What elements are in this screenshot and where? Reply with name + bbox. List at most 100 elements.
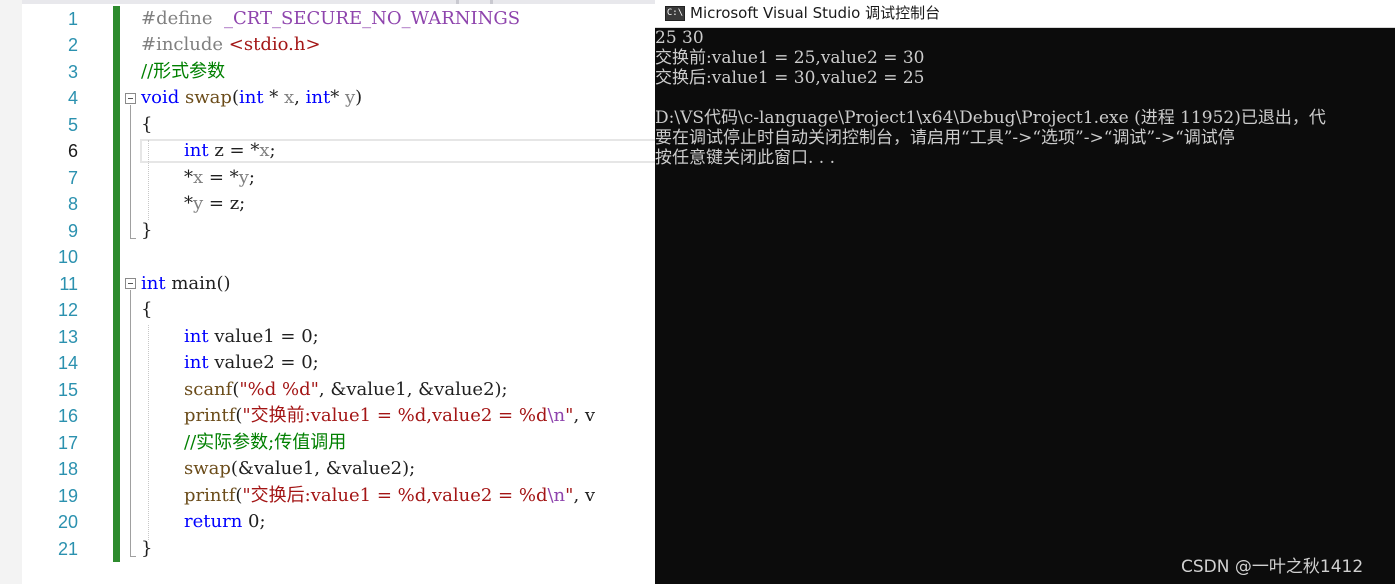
comment: //实际参数;传值调用 xyxy=(184,432,347,453)
line-number: 7 xyxy=(67,168,78,188)
code-line-9[interactable]: } xyxy=(141,218,152,244)
escape-sequence: \n xyxy=(547,405,566,426)
paren: ( xyxy=(231,87,239,108)
code-line-1[interactable]: #define _CRT_SECURE_NO_WARNINGS xyxy=(141,6,520,32)
outline-line xyxy=(130,290,131,556)
code-line-11[interactable]: int main() xyxy=(141,271,231,297)
include-header: <stdio.h> xyxy=(228,34,321,55)
code-line-4[interactable]: void swap(int * x, int* y) xyxy=(141,85,362,111)
line-number: 8 xyxy=(67,194,78,214)
line-number: 3 xyxy=(67,62,78,82)
line-number: 13 xyxy=(57,327,78,347)
keyword: return xyxy=(184,511,243,532)
code-line-21[interactable]: } xyxy=(141,536,152,562)
code-text: main() xyxy=(165,273,231,294)
code-text: value2 = 0; xyxy=(208,352,319,373)
tab-divider xyxy=(490,0,493,4)
code-line-16[interactable]: printf("交换前:value1 = %d,value2 = %d\n", … xyxy=(184,403,595,429)
watermark: CSDN @一叶之秋1412 xyxy=(1181,557,1364,577)
escape-sequence: \n xyxy=(547,485,566,506)
line-number: 10 xyxy=(57,247,78,267)
function-name: scanf xyxy=(184,379,233,400)
line-number: 12 xyxy=(57,300,78,320)
console-output-line: 交换后:value1 = 30,value2 = 25 xyxy=(655,68,925,88)
line-number: 15 xyxy=(57,380,78,400)
code-text: = z; xyxy=(203,193,246,214)
code-line-7[interactable]: *x = *y; xyxy=(184,165,255,191)
function-name: swap xyxy=(184,458,231,479)
string-literal: "%d %d" xyxy=(239,379,319,400)
pointer-token: * xyxy=(330,87,345,108)
parameter: y xyxy=(193,193,204,214)
code-line-15[interactable]: scanf("%d %d", &value1, &value2); xyxy=(184,377,508,403)
editor-top-border xyxy=(0,0,655,4)
outline-line xyxy=(130,105,131,238)
console-output-line: 交换前:value1 = 25,value2 = 30 xyxy=(655,48,925,68)
console-output[interactable]: 25 30 交换前:value1 = 25,value2 = 30 交换后:va… xyxy=(655,28,1395,168)
line-number: 11 xyxy=(59,274,78,294)
code-text: value1 = 0; xyxy=(208,326,319,347)
line-number: 14 xyxy=(57,353,78,373)
parameter: y xyxy=(344,87,356,108)
line-number: 19 xyxy=(57,486,78,506)
keyword: void xyxy=(141,87,180,108)
parameter: y xyxy=(238,167,249,188)
paren: ) xyxy=(355,87,363,108)
preprocessor-keyword: #include xyxy=(141,34,224,55)
change-tracking-bar xyxy=(113,6,120,562)
code-line-5[interactable]: { xyxy=(141,112,152,138)
indent-guide xyxy=(148,325,149,540)
code-text: * xyxy=(184,193,193,214)
code-line-18[interactable]: swap(&value1, &value2); xyxy=(184,456,415,482)
code-line-8[interactable]: *y = z; xyxy=(184,191,245,217)
line-number: 1 xyxy=(67,9,78,29)
collapse-icon[interactable] xyxy=(125,93,136,104)
code-text: (&value1, &value2); xyxy=(230,458,416,479)
separator: , xyxy=(294,87,306,108)
keyword: int xyxy=(141,273,166,294)
outline-end xyxy=(130,556,136,557)
code-text: ; xyxy=(248,167,255,188)
code-text: z = * xyxy=(208,140,260,161)
console-output-line: 按任意键关闭此窗口. . . xyxy=(655,148,836,168)
code-text: ; xyxy=(269,140,276,161)
code-line-19[interactable]: printf("交换后:value1 = %d,value2 = %d\n", … xyxy=(184,483,595,509)
code-text: , v xyxy=(573,485,596,506)
line-number: 17 xyxy=(57,433,78,453)
code-line-6[interactable]: int z = *x; xyxy=(184,138,276,164)
string-literal: "交换后:value1 = %d,value2 = %d xyxy=(242,485,548,506)
console-output-line: D:\VS代码\c-language\Project1\x64\Debug\Pr… xyxy=(655,108,1326,128)
parameter: x xyxy=(259,140,270,161)
line-number: 5 xyxy=(67,115,78,135)
outline-end xyxy=(130,238,136,239)
console-title-bar[interactable]: C:\ Microsoft Visual Studio 调试控制台 xyxy=(655,0,1395,28)
function-name: swap xyxy=(185,87,232,108)
preprocessor-keyword: #define xyxy=(141,8,213,29)
line-number: 18 xyxy=(57,459,78,479)
keyword: int xyxy=(305,87,331,108)
code-line-3[interactable]: //形式参数 xyxy=(141,59,225,85)
keyword: int xyxy=(184,326,209,347)
line-number: 16 xyxy=(57,406,78,426)
code-line-12[interactable]: { xyxy=(141,297,152,323)
code-line-2[interactable]: #include <stdio.h> xyxy=(141,32,321,58)
console-output-line: 25 30 xyxy=(655,28,704,48)
string-literal: "交换前:value1 = %d,value2 = %d xyxy=(242,405,548,426)
debug-console-window[interactable]: C:\ Microsoft Visual Studio 调试控制台 25 30 … xyxy=(655,0,1395,584)
keyword: int xyxy=(184,352,209,373)
code-text: , &value1, &value2); xyxy=(318,379,508,400)
line-number-current: 6 xyxy=(67,141,78,161)
tab-divider xyxy=(456,0,459,4)
collapse-icon[interactable] xyxy=(125,278,136,289)
comment: //形式参数 xyxy=(141,61,226,82)
line-number: 9 xyxy=(67,221,78,241)
macro-name: _CRT_SECURE_NO_WARNINGS xyxy=(223,8,521,29)
code-editor[interactable]: 1 2 3 4 5 6 7 8 9 10 11 12 13 14 15 16 1… xyxy=(0,0,655,584)
code-line-13[interactable]: int value1 = 0; xyxy=(184,324,319,350)
code-line-17[interactable]: //实际参数;传值调用 xyxy=(184,430,346,456)
code-line-20[interactable]: return 0; xyxy=(184,509,266,535)
code-text: 0; xyxy=(242,511,266,532)
console-output-line: 要在调试停止时自动关闭控制台，请启用“工具”->“选项”->“调试”->“调试停 xyxy=(655,128,1235,148)
code-line-14[interactable]: int value2 = 0; xyxy=(184,350,319,376)
